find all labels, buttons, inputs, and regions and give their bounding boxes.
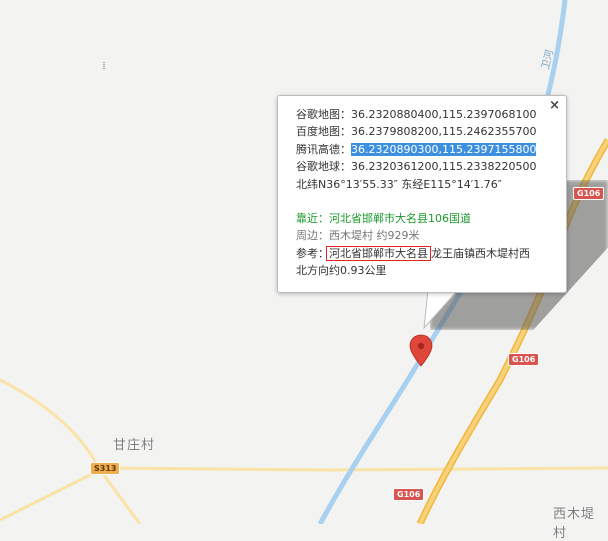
road-shield-g106: G106 [508,353,540,366]
dms-coords[interactable]: 北纬N36°13′55.33″ 东经E115°14′1.76″ [296,176,558,193]
reference-rest: 龙王庙镇西木堤村西 [431,246,530,260]
reference-boxed-region: 河北省邯郸市大名县 [326,245,431,261]
google-map-label: 谷歌地图： [296,108,351,121]
google-earth-row: 谷歌地球：36.2320361200,115.2338220500 [296,158,558,175]
location-marker[interactable] [409,334,433,367]
place-label-ganzhuang: 甘庄村 [113,438,156,453]
popup-body: 谷歌地图：36.2320880400,115.2397068100 百度地图：3… [296,106,558,280]
baidu-map-coords[interactable]: 36.2379808200,115.2462355700 [351,125,536,138]
tencent-gaode-row: 腾讯高德：36.2320890300,115.2397155800 [296,141,558,158]
google-earth-coords[interactable]: 36.2320361200,115.2338220500 [351,160,536,173]
location-info-popup: × 谷歌地图：36.2320880400,115.2397068100 百度地图… [277,95,567,293]
tencent-gaode-label: 腾讯高德： [296,142,351,156]
google-earth-label: 谷歌地球： [296,160,351,174]
place-label-ximudi: 西木堤村 [553,507,596,541]
tencent-gaode-coords-selected[interactable]: 36.2320890300,115.2397155800 [351,142,537,156]
reference-label: 参考： [296,246,329,260]
road-shield-g106: G106 [393,488,425,501]
google-map-row: 谷歌地图：36.2320880400,115.2397068100 [296,106,558,123]
baidu-map-label: 百度地图： [296,125,351,139]
minor-road [0,468,101,522]
near-road: 靠近：河北省邯郸市大名县106国道 [296,212,471,226]
popup-tail [423,290,459,330]
road-shield-s313: S313 [90,462,121,475]
baidu-map-row: 百度地图：36.2379808200,115.2462355700 [296,123,558,140]
google-map-coords[interactable]: 36.2320880400,115.2397068100 [351,108,536,121]
road-shield-g106: G106 [573,187,605,200]
around-village: 周边：西木堤村 约929米 [296,229,420,243]
reference-line-2: 北方向约0.93公里 [296,264,387,278]
reference-line: 参考：河北省邯郸市大名县 龙王庙镇西木堤村西 [296,245,558,262]
